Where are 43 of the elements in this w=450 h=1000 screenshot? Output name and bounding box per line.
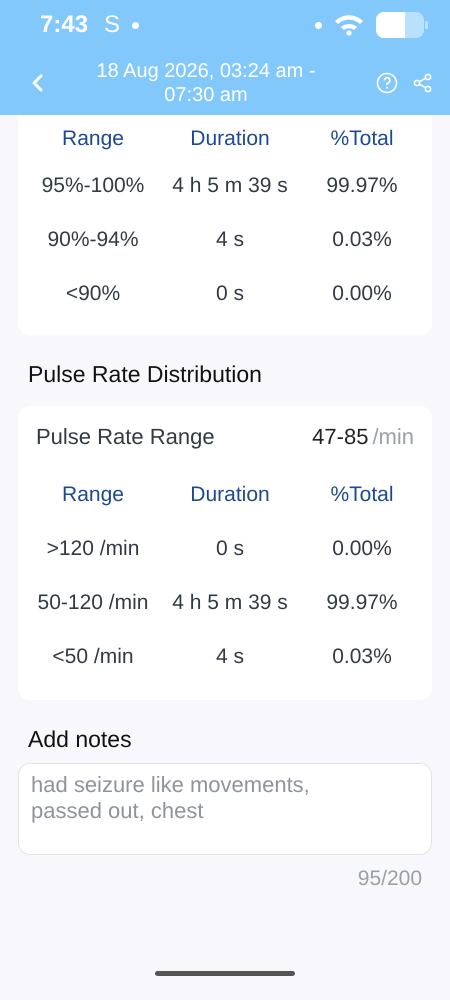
header-title: 18 Aug 2026, 03:24 am - 07:30 am [95,58,317,106]
table-cell-text: 0.03% [332,227,392,253]
dot-icon [132,22,140,28]
table-cell-text: 0 s [216,536,244,562]
notes-field[interactable]: had seizure like movements, passed out, chest [18,763,432,855]
column-header: %Total [330,126,394,152]
table-cell-text: 50-120 /min [38,590,148,616]
wifi-icon [334,14,364,36]
table-cell-text: 0.03% [332,644,392,670]
column-header: Range [62,482,124,508]
table-cell-text: <90% [66,281,120,307]
notes-label: Add notes [27,725,133,754]
table-cell-text: 90%-94% [47,227,139,253]
table-cell-text: >120 /min [46,536,140,562]
table-cell-text: 0.00% [332,281,392,307]
table-cell-text: <50 /min [52,644,134,670]
section-title: Pulse Rate Distribution [27,360,263,389]
table-cell-text: 95%-100% [42,173,144,199]
status-time: 7:43 [40,11,88,39]
table-cell-text: 99.97% [326,173,398,199]
home-indicator[interactable] [155,971,295,976]
range-label: Pulse Rate Range [36,424,216,450]
dot-icon [315,22,322,28]
table-cell-text: 4 h 5 m 39 s [172,173,288,199]
share-button[interactable] [412,72,434,94]
help-button[interactable] [376,72,398,94]
table-cell-text: 0 s [216,281,244,307]
share-icon [412,72,434,94]
column-header: Range [62,126,124,152]
column-header: Duration [190,482,270,508]
notification-icon: S [104,11,120,39]
table-cell-text: 4 s [216,227,244,253]
table-cell-text: 4 h 5 m 39 s [172,590,288,616]
range-unit: /min [372,424,414,450]
column-header: %Total [330,482,394,508]
table-cell-text: 0.00% [332,536,392,562]
help-icon [376,72,398,94]
column-header: Duration [190,126,270,152]
character-counter: 95/200 [356,866,423,891]
battery-icon [376,12,428,38]
table-cell-text: 4 s [216,644,244,670]
range-value: 47-85 [312,424,368,450]
table-cell-text: 99.97% [326,590,398,616]
